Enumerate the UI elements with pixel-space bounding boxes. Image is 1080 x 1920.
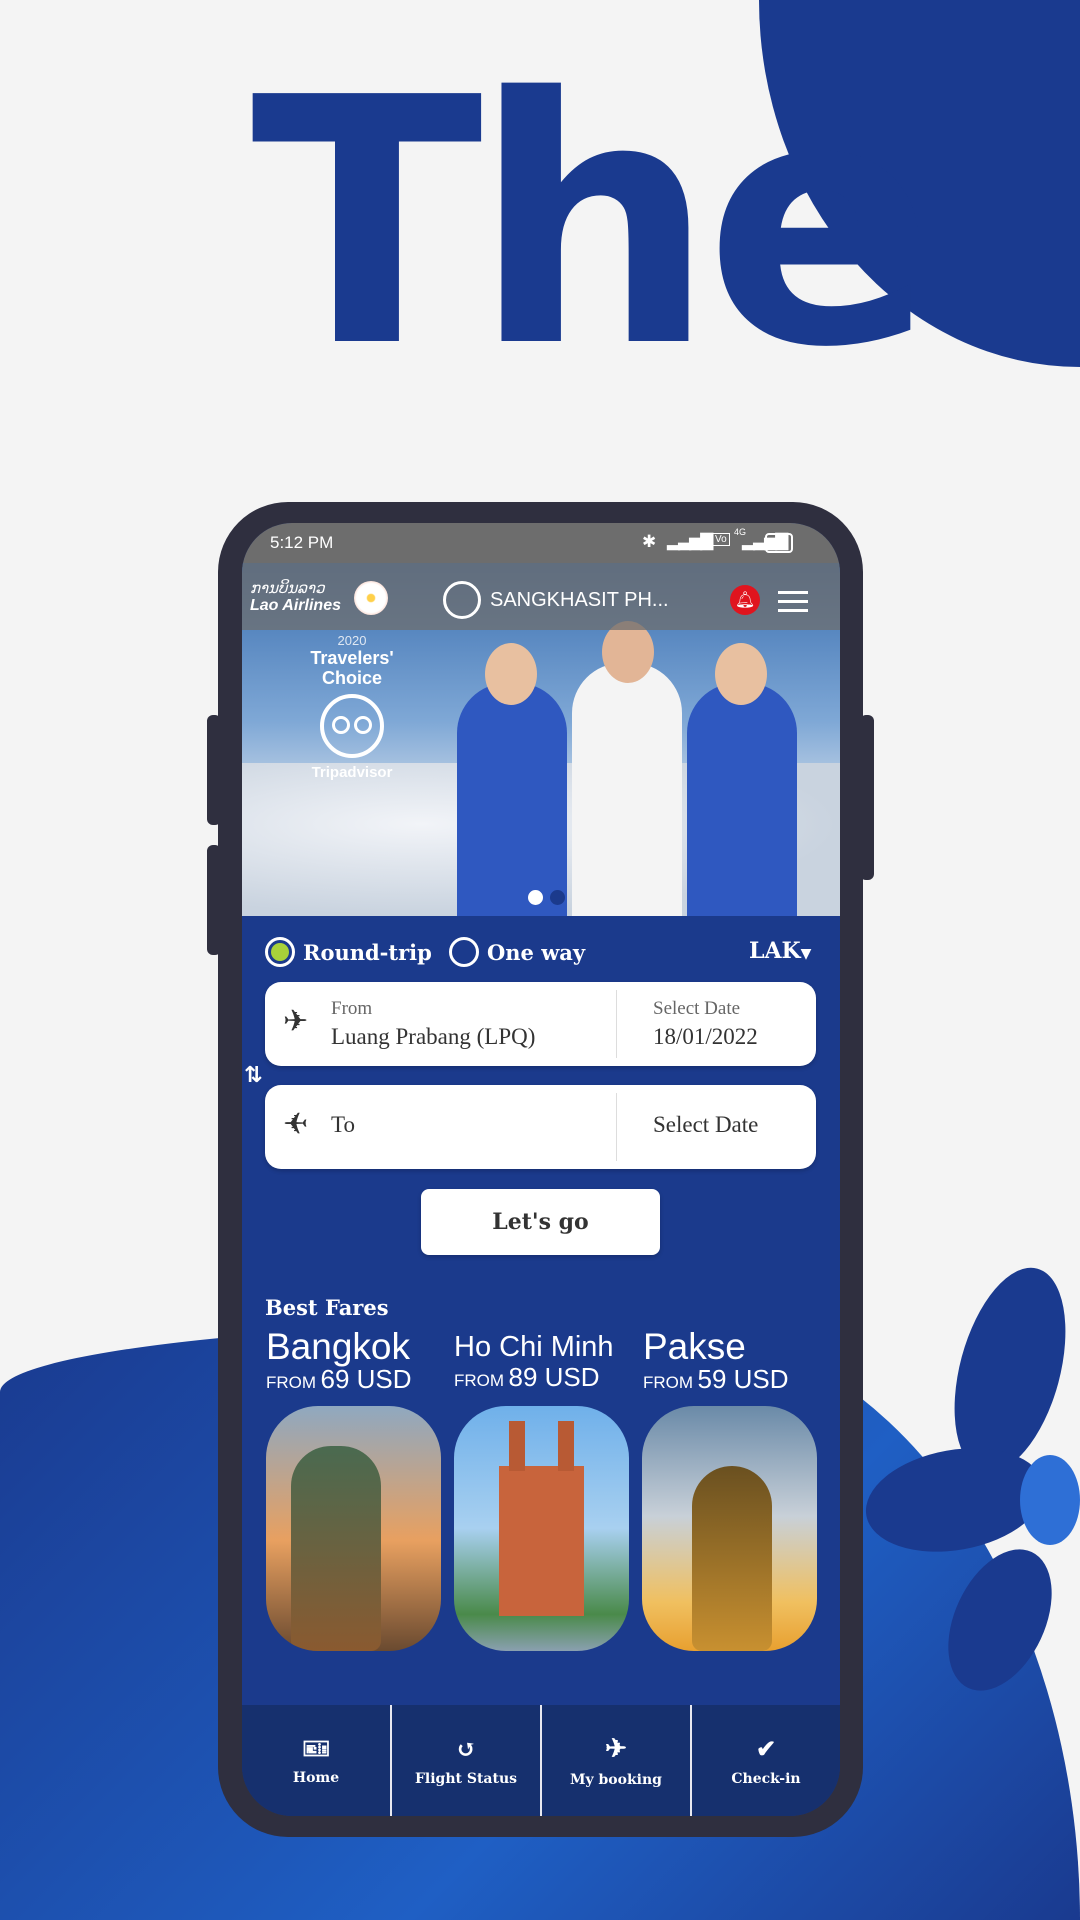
bangkok-image[interactable]: [266, 1406, 441, 1651]
headline: The: [251, 26, 936, 422]
nav-home[interactable]: 🎫︎ Home: [242, 1705, 392, 1816]
status-bar: 5:12 PM ✱ ▂▃▅▇ Vo 4G ▂▃▅▇ 96: [242, 523, 840, 563]
fare-price: 69 USD: [320, 1364, 412, 1394]
location-check-icon: ✔: [755, 1734, 777, 1763]
ho-chi-minh-image[interactable]: [454, 1406, 629, 1651]
airplane-arrival-icon: ✈︎: [283, 1107, 309, 1142]
divider: [616, 1093, 617, 1161]
fare-from: FROM: [454, 1371, 505, 1390]
battery-icon: 96: [765, 533, 794, 553]
swap-icon[interactable]: ⇅: [244, 1063, 262, 1088]
departure-date-field[interactable]: Select Date 18/01/2022: [617, 982, 816, 1066]
airplane-icon: ✈︎: [605, 1733, 627, 1764]
fare-city: Bangkok: [266, 1326, 410, 1367]
from-label: From: [331, 998, 373, 1019]
from-field[interactable]: ✈︎ From Luang Prabang (LPQ) Select Date …: [265, 982, 816, 1066]
best-fares-title: Best Fares: [265, 1295, 389, 1320]
logo-text: Lao Airlines: [250, 597, 341, 614]
to-label: To: [331, 1112, 355, 1137]
carousel-dot[interactable]: [550, 890, 565, 905]
ticket-plane-icon: 🎫︎: [302, 1735, 330, 1762]
app-header: ການບິນລາວ Lao Airlines SANGKHASIT PH... …: [242, 563, 840, 630]
app-screen: 2020 Travelers' Choice Tripadvisor 5:12 …: [242, 523, 840, 1816]
history-clock-icon: ↺: [455, 1734, 477, 1763]
fare-from: FROM: [643, 1373, 694, 1392]
volte-icon: Vo: [712, 533, 730, 546]
return-date-field[interactable]: Select Date: [653, 1112, 758, 1138]
nav-my-booking[interactable]: ✈︎ My booking: [542, 1705, 692, 1816]
fare-pakse[interactable]: Pakse FROM 59 USD: [643, 1326, 789, 1395]
frangipani-logo-icon: [354, 581, 388, 615]
bell-alert-icon[interactable]: 🔔︎: [730, 585, 760, 615]
crew-face: [602, 621, 654, 683]
radio-one-way[interactable]: One way: [449, 937, 585, 967]
nav-flight-status[interactable]: ↺ Flight Status: [392, 1705, 542, 1816]
user-avatar-icon[interactable]: [443, 581, 481, 619]
crew-face: [485, 643, 537, 705]
nav-check-in[interactable]: ✔ Check-in: [692, 1705, 840, 1816]
lao-airlines-logo[interactable]: ການບິນລາວ Lao Airlines: [250, 579, 341, 615]
nav-label: Flight Status: [414, 1771, 518, 1787]
fare-city: Pakse: [643, 1326, 746, 1367]
fare-from: FROM: [266, 1373, 317, 1392]
pakse-image[interactable]: [642, 1406, 817, 1651]
radio-round-trip[interactable]: Round-trip: [265, 937, 432, 967]
fare-price: 59 USD: [697, 1364, 789, 1394]
fare-price: 89 USD: [508, 1362, 600, 1392]
badge-title: Travelers' Choice: [310, 648, 394, 688]
badge-year: 2020: [337, 633, 367, 648]
from-value: Luang Prabang (LPQ): [331, 1024, 536, 1049]
hamburger-menu-icon[interactable]: [778, 591, 808, 612]
signal-icon: ▂▃▅▇: [667, 531, 713, 550]
caret-down-icon: ▼: [800, 946, 812, 962]
crew-member: [457, 683, 567, 916]
departure-date-value: 18/01/2022: [653, 1024, 758, 1049]
crew-face: [715, 643, 767, 705]
crew-member: [687, 683, 797, 916]
status-time: 5:12 PM: [270, 533, 334, 552]
fare-city: Ho Chi Minh: [454, 1331, 614, 1363]
tripadvisor-badge: 2020 Travelers' Choice Tripadvisor: [297, 633, 407, 781]
round-trip-label: Round-trip: [303, 939, 432, 965]
badge-brand: Tripadvisor: [311, 764, 393, 781]
radio-checked-icon: [265, 937, 295, 967]
logo-lao-text: ການບິນລາວ: [250, 579, 325, 597]
nav-label: My booking: [570, 1771, 662, 1788]
lets-go-button[interactable]: Let's go: [421, 1189, 660, 1255]
nav-label: Home: [292, 1769, 340, 1786]
currency-value: LAK: [749, 938, 801, 964]
crew-member: [572, 663, 682, 916]
fare-ho-chi-minh[interactable]: Ho Chi Minh FROM 89 USD: [454, 1331, 614, 1393]
currency-dropdown[interactable]: LAK▼: [749, 938, 811, 964]
departure-date-label: Select Date: [653, 998, 741, 1019]
bottom-nav: 🎫︎ Home ↺ Flight Status ✈︎ My booking ✔ Chec…: [242, 1705, 840, 1816]
one-way-label: One way: [487, 939, 586, 965]
airplane-departure-icon: ✈︎: [283, 1004, 309, 1039]
frangipani-flower-icon: [865, 1267, 1080, 1691]
radio-unchecked-icon: [449, 937, 479, 967]
user-name[interactable]: SANGKHASIT PH...: [490, 589, 669, 612]
tripadvisor-owl-icon: [320, 694, 384, 758]
bluetooth-icon: ✱: [642, 532, 657, 551]
fare-bangkok[interactable]: Bangkok FROM 69 USD: [266, 1326, 412, 1395]
to-field[interactable]: ✈︎ To Select Date: [265, 1085, 816, 1169]
nav-label: Check-in: [731, 1771, 801, 1787]
carousel-dot-active[interactable]: [528, 890, 543, 905]
